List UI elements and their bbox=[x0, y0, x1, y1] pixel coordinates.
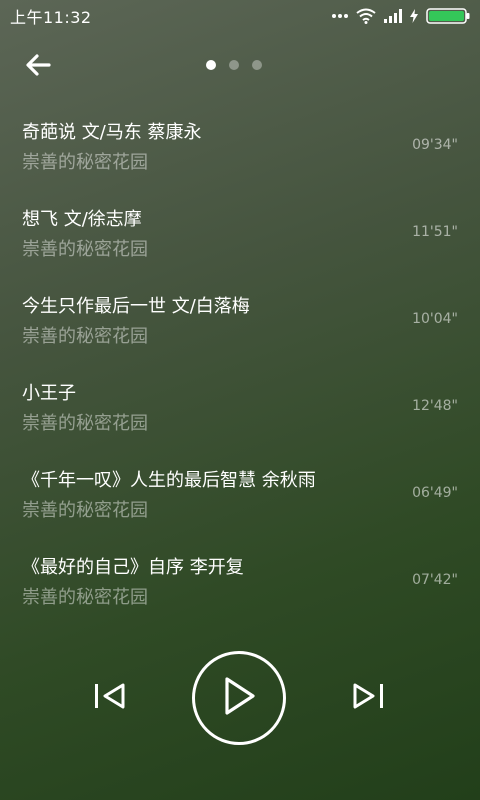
play-icon bbox=[219, 675, 259, 721]
previous-button[interactable] bbox=[90, 678, 130, 718]
play-button[interactable] bbox=[192, 651, 286, 745]
track-title: 《最好的自己》自序 李开复 bbox=[22, 557, 244, 578]
track-item[interactable]: 小王子 崇善的秘密花园 12'48" bbox=[0, 369, 480, 456]
track-duration: 07'42" bbox=[412, 572, 458, 588]
track-artist: 崇善的秘密花园 bbox=[22, 326, 148, 347]
track-title: 今生只作最后一世 文/白落梅 bbox=[22, 296, 250, 317]
wifi-icon bbox=[356, 8, 376, 24]
page-dot bbox=[229, 60, 239, 70]
page-indicator bbox=[206, 60, 262, 70]
status-time: 上午11:32 bbox=[10, 8, 92, 27]
track-item[interactable]: 《千年一叹》人生的最后智慧 余秋雨 崇善的秘密花园 06'49" bbox=[0, 456, 480, 543]
track-artist: 崇善的秘密花园 bbox=[22, 152, 148, 173]
back-button[interactable] bbox=[20, 52, 56, 82]
charging-icon bbox=[410, 9, 418, 23]
page-dot bbox=[206, 60, 216, 70]
skip-previous-icon bbox=[92, 682, 128, 714]
player-controls bbox=[0, 650, 480, 746]
more-dots-icon bbox=[332, 13, 348, 19]
track-item[interactable]: 奇葩说 文/马东 蔡康永 崇善的秘密花园 09'34" bbox=[0, 108, 480, 195]
track-title: 小王子 bbox=[22, 383, 76, 404]
track-duration: 10'04" bbox=[412, 311, 458, 327]
track-artist: 崇善的秘密花园 bbox=[22, 500, 148, 521]
track-item[interactable]: 《最好的自己》自序 李开复 崇善的秘密花园 07'42" bbox=[0, 543, 480, 630]
track-artist: 崇善的秘密花园 bbox=[22, 413, 148, 434]
arrow-left-icon bbox=[25, 54, 51, 80]
track-duration: 06'49" bbox=[412, 485, 458, 501]
battery-icon bbox=[426, 8, 470, 24]
next-button[interactable] bbox=[348, 678, 388, 718]
signal-icon bbox=[384, 9, 402, 23]
top-bar bbox=[0, 44, 480, 88]
track-artist: 崇善的秘密花园 bbox=[22, 587, 148, 608]
track-item[interactable]: 想飞 文/徐志摩 崇善的秘密花园 11'51" bbox=[0, 195, 480, 282]
track-title: 奇葩说 文/马东 蔡康永 bbox=[22, 122, 202, 143]
track-duration: 12'48" bbox=[412, 398, 458, 414]
track-title: 《千年一叹》人生的最后智慧 余秋雨 bbox=[22, 470, 316, 491]
track-duration: 09'34" bbox=[412, 137, 458, 153]
track-list: 奇葩说 文/马东 蔡康永 崇善的秘密花园 09'34" 想飞 文/徐志摩 崇善的… bbox=[0, 108, 480, 630]
skip-next-icon bbox=[350, 682, 386, 714]
track-item[interactable]: 今生只作最后一世 文/白落梅 崇善的秘密花园 10'04" bbox=[0, 282, 480, 369]
status-icons bbox=[332, 8, 470, 24]
track-artist: 崇善的秘密花园 bbox=[22, 239, 148, 260]
track-duration: 11'51" bbox=[412, 224, 458, 240]
track-title: 想飞 文/徐志摩 bbox=[22, 209, 142, 230]
page-dot bbox=[252, 60, 262, 70]
status-bar: 上午11:32 bbox=[0, 0, 480, 32]
